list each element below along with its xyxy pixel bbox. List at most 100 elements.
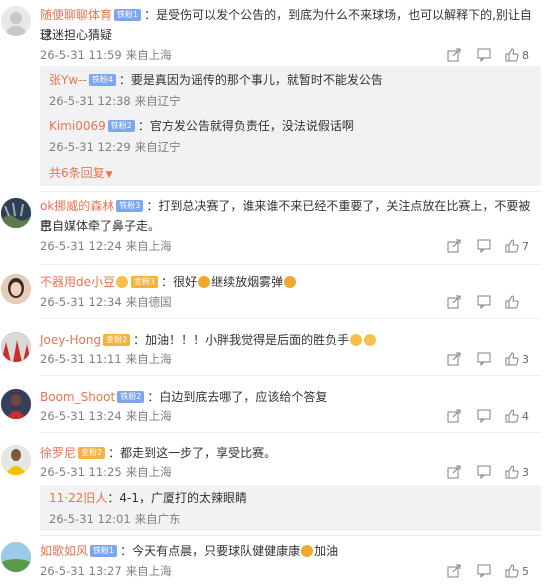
comment-body-cont: 巴自媒体牵了鼻子走。 xyxy=(40,219,161,233)
like-count: 8 xyxy=(522,48,529,62)
share-button[interactable] xyxy=(439,295,469,309)
more-replies-label: 共6条回复 xyxy=(49,166,105,180)
comment-actions: 3 xyxy=(439,351,539,367)
avatar[interactable] xyxy=(1,389,31,419)
comment-button[interactable] xyxy=(469,465,499,479)
comment-text-cont: 巴自媒体牵了鼻子走。 xyxy=(40,216,540,236)
like-count: 5 xyxy=(522,564,529,578)
comment-meta: 26-5-31 12:34 来自德国 xyxy=(40,294,172,310)
fan-badge: 铁粉2 xyxy=(117,390,145,403)
share-icon xyxy=(447,465,461,479)
comment-button[interactable] xyxy=(469,48,499,62)
divider xyxy=(40,375,541,376)
avatar[interactable] xyxy=(1,198,31,228)
timestamp: 26-5-31 13:24 xyxy=(40,409,122,423)
location: 来自上海 xyxy=(125,465,172,479)
comment-body: ：很好 xyxy=(161,275,198,289)
emoji-badge-icon xyxy=(116,276,129,288)
like-button[interactable]: 4 xyxy=(499,409,539,423)
avatar[interactable] xyxy=(1,445,31,475)
like-button[interactable]: 3 xyxy=(499,465,539,479)
timestamp: 26-5-31 12:01 xyxy=(49,512,131,526)
like-icon xyxy=(505,465,519,479)
chevron-down-icon: ▼ xyxy=(105,170,113,180)
like-button[interactable]: 3 xyxy=(499,352,539,366)
timestamp: 26-5-31 11:59 xyxy=(40,48,122,62)
avatar[interactable] xyxy=(1,332,31,362)
username[interactable]: 徐罗尼 xyxy=(40,446,76,460)
comment-body: ：加油！！！小胖我觉得是后面的胜负手 xyxy=(133,333,350,347)
share-icon xyxy=(447,564,461,578)
comment-actions: 4 xyxy=(439,408,539,424)
share-button[interactable] xyxy=(439,352,469,366)
comment-button[interactable] xyxy=(469,352,499,366)
emoji-icon xyxy=(284,276,297,288)
comment-button[interactable] xyxy=(469,239,499,253)
timestamp: 26-5-31 11:11 xyxy=(40,352,122,366)
share-button[interactable] xyxy=(439,465,469,479)
fan-badge: 铁粉1 xyxy=(90,544,118,557)
fan-badge: 金粉3 xyxy=(131,275,159,288)
fan-badge: 金粉2 xyxy=(103,333,131,346)
share-icon xyxy=(447,239,461,253)
comment-button[interactable] xyxy=(469,409,499,423)
avatar[interactable] xyxy=(1,274,31,304)
comment-icon xyxy=(477,564,491,578)
more-replies-link[interactable]: 共6条回复▼ xyxy=(49,165,113,183)
reply-block: 11·22旧人：4-1，广厦打的太辣眼睛 26-5-31 12:01 来自广东 xyxy=(40,485,541,531)
username[interactable]: 如歌如风 xyxy=(40,544,88,558)
comment-meta: 26-5-31 11:11 来自上海 xyxy=(40,351,172,367)
share-button[interactable] xyxy=(439,48,469,62)
comment-button[interactable] xyxy=(469,295,499,309)
timestamp: 26-5-31 12:38 xyxy=(49,94,131,108)
avatar[interactable] xyxy=(1,542,31,572)
fan-badge: 金粉2 xyxy=(78,446,106,459)
reply-meta: 26-5-31 12:29 来自辽宁 xyxy=(49,139,181,155)
reply-text: Kimi0069 铁粉2 ：官方发公告就得负责任，没法说假话啊 xyxy=(49,116,549,136)
comment-meta: 26-5-31 13:24 来自上海 xyxy=(40,408,172,424)
comment-icon xyxy=(477,48,491,62)
username[interactable]: 不器用de小豆 xyxy=(40,275,115,289)
comment-button[interactable] xyxy=(469,564,499,578)
like-button[interactable]: 7 xyxy=(499,239,539,253)
username[interactable]: Kimi0069 xyxy=(49,119,106,133)
like-button[interactable]: 8 xyxy=(499,48,539,62)
share-button[interactable] xyxy=(439,239,469,253)
share-icon xyxy=(447,409,461,423)
like-icon xyxy=(505,295,519,309)
comment-meta: 26-5-31 11:59 来自上海 xyxy=(40,47,172,63)
username[interactable]: 张Yw-- xyxy=(49,73,87,87)
username[interactable]: Joey-Hong xyxy=(40,333,101,347)
reply-text: 11·22旧人：4-1，广厦打的太辣眼睛 xyxy=(49,488,549,508)
comment-text: 不器用de小豆 金粉3 ：很好 继续放烟雾弹 xyxy=(40,272,540,292)
like-count: 3 xyxy=(522,465,529,479)
comment-meta: 26-5-31 12:24 来自上海 xyxy=(40,238,172,254)
comment-icon xyxy=(477,465,491,479)
location: 来自上海 xyxy=(125,409,172,423)
timestamp: 26-5-31 12:34 xyxy=(40,295,122,309)
comment-body-cont: 球迷担心猜疑 xyxy=(40,28,113,42)
reply-body: ：4-1，广厦打的太辣眼睛 xyxy=(107,491,247,505)
comment-body-after: 加油 xyxy=(314,544,339,558)
comment-body: ：今天有点晨，只要球队健健康康 xyxy=(120,544,301,558)
fan-badge: 铁粉3 xyxy=(116,199,144,212)
location: 来自上海 xyxy=(125,239,172,253)
location: 来自辽宁 xyxy=(134,94,181,108)
share-button[interactable] xyxy=(439,409,469,423)
emoji-icon xyxy=(350,334,363,346)
divider xyxy=(40,535,541,536)
reply-meta: 26-5-31 12:01 来自广东 xyxy=(49,511,181,527)
comment-actions: 7 xyxy=(439,238,539,254)
share-button[interactable] xyxy=(439,564,469,578)
username[interactable]: ok挪威的森林 xyxy=(40,199,114,213)
username[interactable]: 随便聊聊体育 xyxy=(40,8,112,22)
location: 来自德国 xyxy=(125,295,172,309)
like-button[interactable] xyxy=(499,295,539,309)
username[interactable]: 11·22旧人 xyxy=(49,491,107,505)
comment-body: ：白边到底去哪了，应该给个答复 xyxy=(147,390,328,404)
location: 来自上海 xyxy=(125,564,172,578)
like-button[interactable]: 5 xyxy=(499,564,539,578)
username[interactable]: Boom_Shoot xyxy=(40,390,115,404)
avatar[interactable] xyxy=(1,6,31,36)
share-icon xyxy=(447,295,461,309)
